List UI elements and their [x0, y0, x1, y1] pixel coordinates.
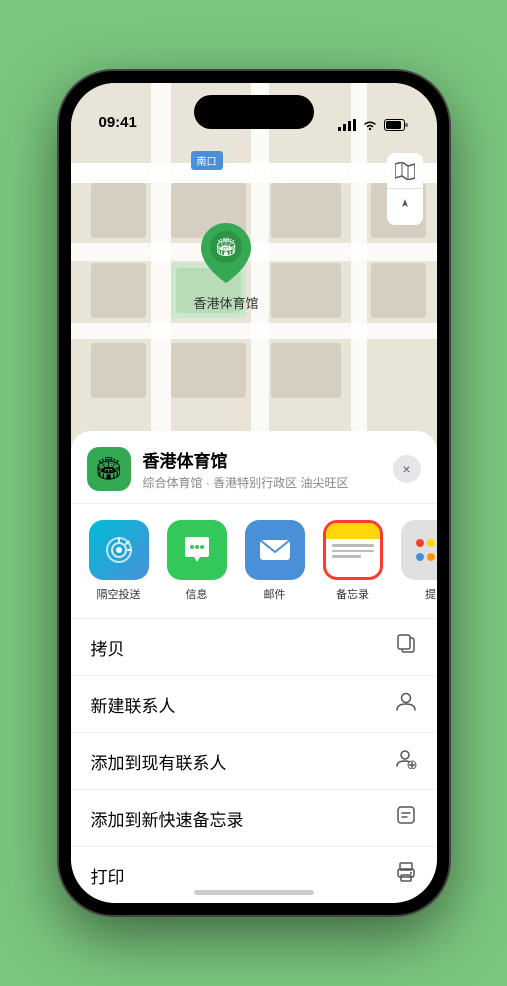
add-existing-svg: [395, 747, 417, 769]
messages-icon: [167, 520, 227, 580]
more-label: 提: [425, 586, 436, 602]
print-icon: [395, 861, 417, 889]
dynamic-island: [194, 95, 314, 129]
add-notes-icon: [395, 804, 417, 832]
copy-svg: [395, 633, 417, 655]
mail-icon: [245, 520, 305, 580]
signal-icon: [338, 119, 356, 131]
phone-frame: 09:41: [59, 71, 449, 915]
action-item-add-existing[interactable]: 添加到现有联系人: [71, 733, 437, 790]
airdrop-icon: [89, 520, 149, 580]
airdrop-svg: [102, 533, 136, 567]
venue-subtitle: 综合体育馆 · 香港特别行政区 油尖旺区: [143, 474, 393, 491]
map-label-text: 南口: [197, 157, 217, 168]
notes-lines: [326, 539, 380, 577]
add-notes-label: 添加到新快速备忘录: [91, 806, 244, 831]
battery-icon: [384, 119, 409, 131]
pin-svg: 🏟: [201, 223, 251, 283]
share-item-notes[interactable]: 备忘录: [321, 520, 385, 602]
close-icon: ×: [402, 461, 410, 477]
share-item-more[interactable]: 提: [399, 520, 437, 602]
messages-svg: [180, 533, 214, 567]
mail-svg: [258, 536, 292, 564]
map-type-button[interactable]: [387, 153, 423, 189]
print-label: 打印: [91, 863, 125, 888]
share-item-airdrop[interactable]: 隔空投送: [87, 520, 151, 602]
location-button[interactable]: [387, 189, 423, 225]
action-item-copy[interactable]: 拷贝: [71, 619, 437, 676]
more-icon: [401, 520, 437, 580]
share-item-messages[interactable]: 信息: [165, 520, 229, 602]
phone-screen: 09:41: [71, 83, 437, 903]
svg-text:🏟: 🏟: [215, 237, 238, 257]
messages-label: 信息: [186, 586, 208, 602]
action-list: 拷贝 新建联系人: [71, 619, 437, 903]
mail-label: 邮件: [264, 586, 286, 602]
map-controls[interactable]: [387, 153, 423, 225]
new-contact-label: 新建联系人: [91, 692, 176, 717]
print-svg: [395, 861, 417, 883]
new-contact-icon: [395, 690, 417, 718]
venue-header: 🏟 香港体育馆 综合体育馆 · 香港特别行政区 油尖旺区 ×: [71, 447, 437, 504]
copy-icon: [395, 633, 417, 661]
notes-icon-wrapper: [323, 520, 383, 580]
action-item-new-contact[interactable]: 新建联系人: [71, 676, 437, 733]
copy-label: 拷贝: [91, 635, 125, 660]
status-icons: [338, 119, 409, 131]
location-pin: 🏟 香港体育馆: [194, 223, 259, 312]
map-area: 南口: [71, 83, 437, 483]
share-row: 隔空投送 信息: [71, 504, 437, 619]
venue-name: 香港体育馆: [143, 447, 393, 472]
home-indicator: [194, 890, 314, 895]
new-contact-svg: [395, 690, 417, 712]
notes-label: 备忘录: [336, 586, 369, 602]
bottom-sheet: 🏟 香港体育馆 综合体育馆 · 香港特别行政区 油尖旺区 ×: [71, 431, 437, 903]
map-north-label: 南口: [191, 151, 223, 170]
close-button[interactable]: ×: [393, 455, 421, 483]
add-existing-icon: [395, 747, 417, 775]
add-existing-label: 添加到现有联系人: [91, 749, 227, 774]
add-notes-svg: [395, 804, 417, 826]
wifi-icon: [362, 119, 378, 131]
notes-icon-inner: [326, 523, 380, 577]
status-time: 09:41: [99, 114, 137, 131]
share-item-mail[interactable]: 邮件: [243, 520, 307, 602]
pin-label: 香港体育馆: [194, 293, 259, 312]
map-type-icon: [395, 162, 415, 180]
airdrop-label: 隔空投送: [97, 586, 141, 602]
venue-icon: 🏟: [87, 447, 131, 491]
action-item-add-notes[interactable]: 添加到新快速备忘录: [71, 790, 437, 847]
venue-info: 香港体育馆 综合体育馆 · 香港特别行政区 油尖旺区: [143, 447, 393, 491]
location-icon: [396, 198, 414, 216]
